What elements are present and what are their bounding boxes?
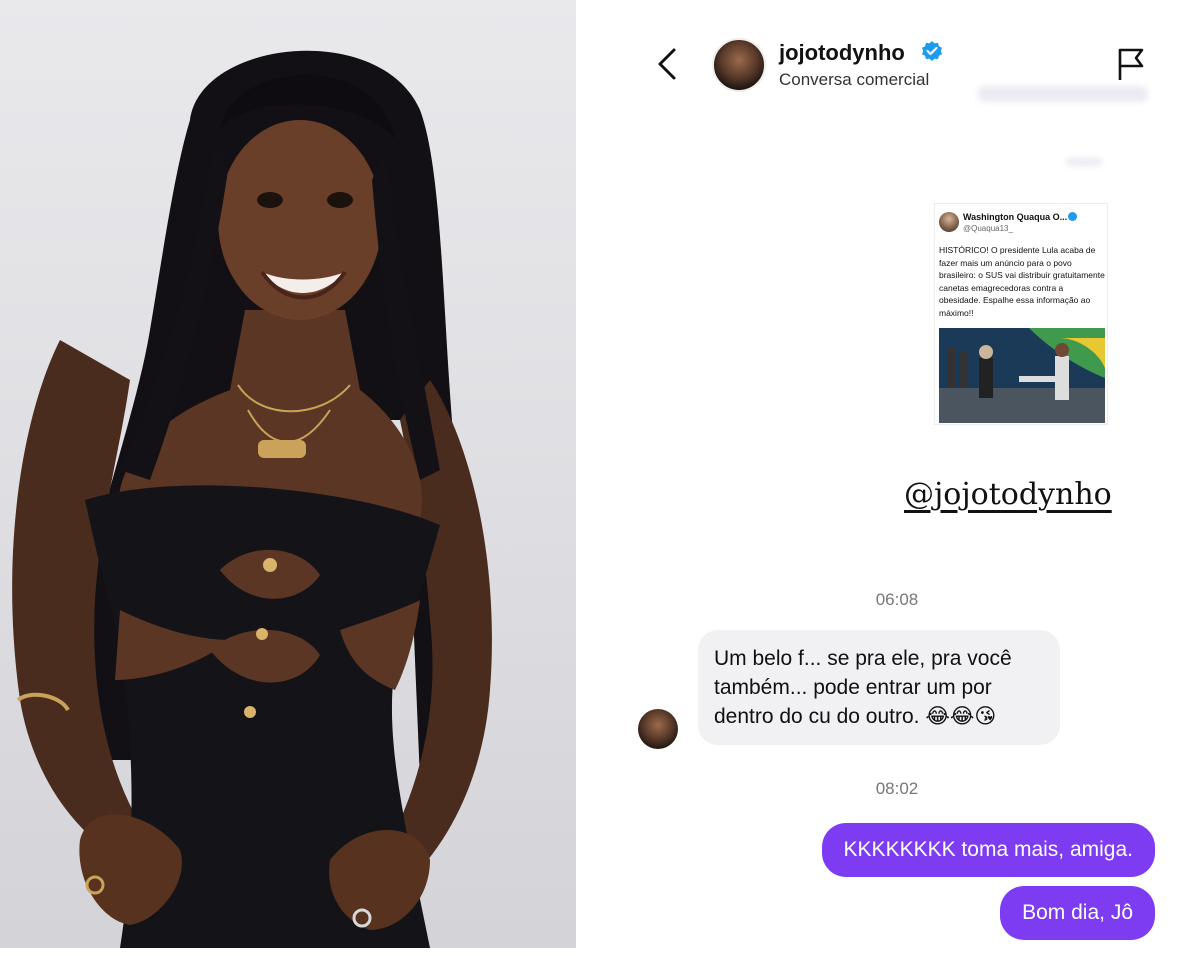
- incoming-message[interactable]: Um belo f... se pra ele, pra você também…: [698, 630, 1060, 745]
- chat-panel: jojotodynho Conversa comercial Washingto…: [586, 0, 1200, 956]
- chevron-left-icon[interactable]: [652, 44, 682, 84]
- shared-post-card[interactable]: Washington Quaqua O... @Quaqua13_ HISTÓR…: [934, 203, 1108, 425]
- post-text: HISTÓRICO! O presidente Lula acaba de fa…: [939, 245, 1105, 318]
- verified-badge-icon: [1068, 212, 1077, 221]
- photo-panel: [0, 0, 576, 948]
- timestamp: 08:02: [875, 779, 919, 798]
- post-image: [939, 328, 1105, 423]
- post-author-name: Washington Quaqua O...: [963, 212, 1068, 222]
- avatar[interactable]: [712, 38, 766, 92]
- contact-name[interactable]: jojotodynho: [779, 40, 905, 66]
- outgoing-message[interactable]: Bom dia, Jô: [1000, 886, 1155, 940]
- flag-icon[interactable]: [1114, 44, 1148, 84]
- post-author-avatar: [939, 212, 959, 232]
- person-photo: [12, 50, 492, 948]
- timestamp: 06:08: [875, 590, 919, 609]
- verified-badge-icon: [920, 40, 944, 64]
- mention-tag[interactable]: @jojotodynho: [904, 477, 1112, 512]
- outgoing-message[interactable]: KKKKKKKK toma mais, amiga.: [821, 823, 1155, 877]
- avatar[interactable]: [638, 709, 678, 749]
- contact-subtitle: Conversa comercial: [779, 70, 930, 89]
- redacted-area: [978, 86, 1148, 102]
- post-author-handle: @Quaqua13_: [963, 224, 1013, 233]
- redacted-area: [1066, 158, 1102, 166]
- chat-header: jojotodynho Conversa comercial: [586, 0, 1200, 120]
